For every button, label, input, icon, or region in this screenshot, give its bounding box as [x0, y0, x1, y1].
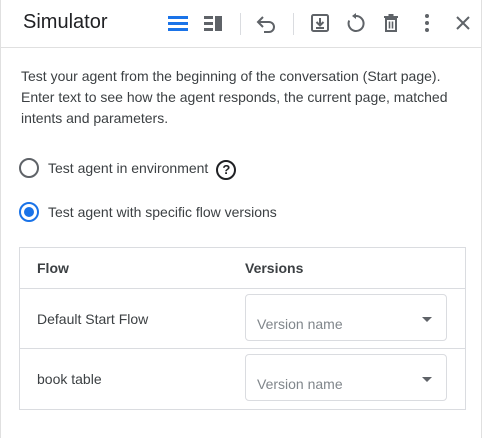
undo-icon — [256, 16, 275, 33]
panel-title: Simulator — [23, 11, 108, 33]
more-options-button[interactable] — [414, 10, 440, 36]
list-view-button[interactable] — [165, 10, 191, 36]
simulator-header: Simulator — [1, 0, 481, 48]
option-environment[interactable]: Test agent in environment ? — [19, 156, 237, 180]
version-select[interactable]: Version name — [245, 294, 447, 341]
table-row: Default Start Flow Version name — [20, 289, 465, 349]
environment-radio[interactable] — [19, 158, 39, 178]
split-view-icon — [204, 16, 222, 31]
dropdown-arrow-icon — [422, 377, 432, 382]
list-view-icon — [168, 16, 188, 31]
more-vert-icon — [425, 14, 429, 32]
flow-name: Default Start Flow — [37, 311, 149, 327]
toolbar-divider — [240, 13, 241, 35]
flow-versions-label: Test agent with specific flow versions — [48, 204, 277, 220]
reset-button[interactable] — [343, 10, 369, 36]
delete-icon — [384, 14, 398, 32]
flow-versions-table: Flow Versions Default Start Flow Version… — [19, 247, 466, 410]
undo-button[interactable] — [253, 10, 279, 36]
reset-icon — [347, 13, 365, 32]
version-select[interactable]: Version name — [245, 354, 447, 401]
simulator-panel: Simulator Test your agent from the begin… — [0, 0, 482, 438]
column-header-versions: Versions — [245, 260, 304, 276]
flow-versions-radio[interactable] — [19, 202, 39, 222]
export-button[interactable] — [307, 10, 333, 36]
close-button[interactable] — [450, 10, 476, 36]
simulator-description: Test your agent from the beginning of th… — [21, 68, 448, 126]
table-header: Flow Versions — [20, 248, 465, 289]
dropdown-arrow-icon — [422, 317, 432, 322]
environment-label: Test agent in environment — [48, 160, 209, 176]
delete-button[interactable] — [378, 10, 404, 36]
export-icon — [311, 14, 329, 32]
toolbar-divider — [293, 13, 294, 35]
table-row: book table Version name — [20, 349, 465, 409]
close-icon — [456, 16, 470, 30]
help-icon[interactable]: ? — [216, 159, 237, 180]
version-placeholder: Version name — [257, 316, 343, 332]
column-header-flow: Flow — [37, 260, 69, 276]
version-placeholder: Version name — [257, 376, 343, 392]
option-flow-versions[interactable]: Test agent with specific flow versions — [19, 200, 277, 224]
flow-name: book table — [37, 371, 102, 387]
split-view-button[interactable] — [200, 10, 226, 36]
